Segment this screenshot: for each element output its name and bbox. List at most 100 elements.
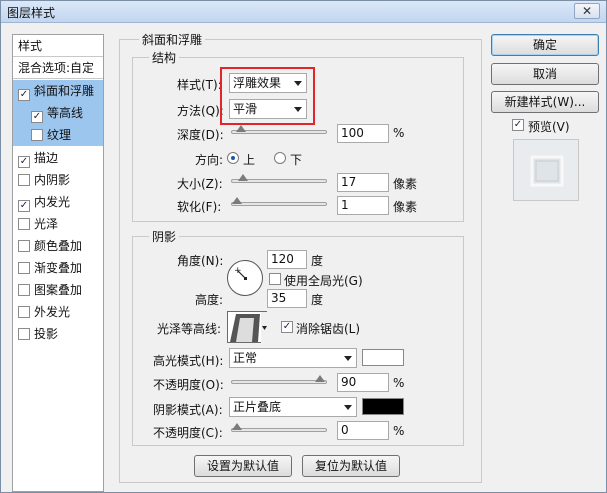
styles-item-label: 描边 bbox=[34, 151, 59, 165]
angle-dial[interactable]: + bbox=[227, 260, 263, 296]
depth-label: 深度(D): bbox=[177, 128, 224, 142]
new-style-button[interactable]: 新建样式(W)... bbox=[491, 91, 599, 113]
shadow-mode-label: 阴影模式(A): bbox=[153, 403, 223, 417]
global-light-label: 使用全局光(G) bbox=[284, 274, 363, 288]
styles-item-label: 等高线 bbox=[47, 106, 84, 120]
checkbox-satin[interactable] bbox=[18, 218, 30, 230]
styles-item-drop-shadow[interactable]: 投影 bbox=[13, 323, 103, 345]
set-default-button[interactable]: 设置为默认值 bbox=[194, 455, 292, 477]
svg-text:+: + bbox=[234, 266, 242, 276]
size-unit: 像素 bbox=[393, 177, 418, 191]
styles-item-label: 渐变叠加 bbox=[34, 261, 83, 275]
chevron-down-icon bbox=[344, 356, 352, 361]
direction-up-label: 上 bbox=[243, 153, 256, 167]
checkbox-contour[interactable]: ✓ bbox=[31, 111, 43, 123]
style-label: 样式(T): bbox=[177, 78, 222, 92]
direction-up-radio[interactable] bbox=[227, 152, 239, 164]
global-light-checkbox[interactable] bbox=[269, 273, 281, 285]
shading-title: 阴影 bbox=[149, 228, 180, 245]
checkbox-inner-shadow[interactable] bbox=[18, 174, 30, 186]
size-label: 大小(Z): bbox=[177, 177, 223, 191]
styles-item-texture[interactable]: 纹理 bbox=[13, 124, 103, 146]
depth-slider[interactable] bbox=[231, 125, 327, 134]
styles-item-inner-glow[interactable]: ✓ 内发光 bbox=[13, 191, 103, 213]
highlight-opacity-unit: % bbox=[393, 376, 405, 390]
reset-default-button[interactable]: 复位为默认值 bbox=[302, 455, 400, 477]
cancel-button[interactable]: 取消 bbox=[491, 63, 599, 85]
styles-item-contour[interactable]: ✓ 等高线 bbox=[13, 102, 103, 124]
styles-item-stroke[interactable]: ✓ 描边 bbox=[13, 147, 103, 169]
slider-thumb[interactable] bbox=[236, 125, 246, 135]
styles-item-color-overlay[interactable]: 颜色叠加 bbox=[13, 235, 103, 257]
styles-item-label: 光泽 bbox=[34, 217, 59, 231]
shadow-opacity-unit: % bbox=[393, 424, 405, 438]
highlight-opacity-label: 不透明度(O): bbox=[153, 378, 224, 392]
styles-item-label: 内阴影 bbox=[34, 173, 71, 187]
shadow-mode-select[interactable]: 正片叠底 bbox=[229, 397, 357, 417]
direction-label: 方向: bbox=[195, 153, 224, 167]
slider-thumb[interactable] bbox=[238, 174, 248, 184]
styles-item-label: 外发光 bbox=[34, 305, 71, 319]
direction-down-label: 下 bbox=[290, 153, 303, 167]
blending-options-item[interactable]: 混合选项:自定 bbox=[13, 57, 103, 79]
antialias-label: 消除锯齿(L) bbox=[296, 322, 361, 336]
highlight-opacity-slider[interactable] bbox=[231, 375, 327, 384]
checkbox-bevel-emboss[interactable]: ✓ bbox=[18, 89, 30, 101]
styles-list-header[interactable]: 样式 bbox=[13, 35, 103, 57]
soften-input[interactable]: 1 bbox=[337, 196, 389, 215]
highlight-box bbox=[220, 67, 315, 125]
preview-label: 预览(V) bbox=[528, 120, 570, 134]
checkbox-drop-shadow[interactable] bbox=[18, 328, 30, 340]
slider-thumb[interactable] bbox=[232, 423, 242, 433]
angle-input[interactable]: 120 bbox=[267, 250, 307, 269]
styles-item-label: 颜色叠加 bbox=[34, 239, 83, 253]
styles-item-outer-glow[interactable]: 外发光 bbox=[13, 301, 103, 323]
altitude-input[interactable]: 35 bbox=[267, 289, 307, 308]
styles-item-inner-shadow[interactable]: 内阴影 bbox=[13, 169, 103, 191]
depth-unit: % bbox=[393, 126, 405, 140]
checkbox-color-overlay[interactable] bbox=[18, 240, 30, 252]
antialias-checkbox[interactable]: ✓ bbox=[281, 321, 293, 333]
soften-slider[interactable] bbox=[231, 197, 327, 206]
close-icon[interactable]: ✕ bbox=[574, 3, 600, 19]
ok-button[interactable]: 确定 bbox=[491, 34, 599, 56]
shadow-opacity-slider[interactable] bbox=[231, 423, 327, 432]
contour-curve-icon bbox=[230, 312, 268, 344]
highlight-mode-value: 正常 bbox=[233, 351, 258, 365]
layer-style-dialog: 图层样式 ✕ 样式 混合选项:自定 ✓ 斜面和浮雕 ✓ 等高线 纹理 ✓ 描边 内阴影… bbox=[0, 0, 607, 493]
shadow-opacity-input[interactable]: 0 bbox=[337, 421, 389, 440]
styles-item-label: 内发光 bbox=[34, 195, 71, 209]
checkbox-inner-glow[interactable]: ✓ bbox=[18, 200, 30, 212]
chevron-down-icon bbox=[344, 405, 352, 410]
direction-down-radio[interactable] bbox=[274, 152, 286, 164]
structure-title: 结构 bbox=[149, 49, 180, 66]
slider-thumb[interactable] bbox=[315, 375, 325, 385]
highlight-mode-select[interactable]: 正常 bbox=[229, 348, 357, 368]
styles-item-bevel-emboss[interactable]: ✓ 斜面和浮雕 bbox=[13, 80, 103, 102]
soften-label: 软化(F): bbox=[177, 200, 222, 214]
bevel-emboss-title: 斜面和浮雕 bbox=[139, 31, 206, 48]
highlight-opacity-input[interactable]: 90 bbox=[337, 373, 389, 392]
styles-item-pattern-overlay[interactable]: 图案叠加 bbox=[13, 279, 103, 301]
gloss-contour-picker[interactable] bbox=[227, 311, 268, 344]
method-label: 方法(Q): bbox=[177, 104, 224, 118]
highlight-mode-label: 高光模式(H): bbox=[153, 354, 224, 368]
preview-checkbox[interactable]: ✓ bbox=[512, 119, 524, 131]
checkbox-pattern-overlay[interactable] bbox=[18, 284, 30, 296]
styles-item-satin[interactable]: 光泽 bbox=[13, 213, 103, 235]
styles-item-gradient-overlay[interactable]: 渐变叠加 bbox=[13, 257, 103, 279]
checkbox-texture[interactable] bbox=[31, 129, 43, 141]
shadow-color-swatch[interactable] bbox=[362, 398, 404, 415]
angle-needle-icon: + bbox=[234, 266, 247, 280]
checkbox-outer-glow[interactable] bbox=[18, 306, 30, 318]
styles-item-label: 斜面和浮雕 bbox=[34, 84, 95, 98]
checkbox-gradient-overlay[interactable] bbox=[18, 262, 30, 274]
soften-unit: 像素 bbox=[393, 200, 418, 214]
slider-thumb[interactable] bbox=[232, 197, 242, 207]
size-slider[interactable] bbox=[231, 174, 327, 183]
depth-input[interactable]: 100 bbox=[337, 124, 389, 143]
size-input[interactable]: 17 bbox=[337, 173, 389, 192]
angle-label: 角度(N): bbox=[177, 254, 224, 268]
checkbox-stroke[interactable]: ✓ bbox=[18, 156, 30, 168]
highlight-color-swatch[interactable] bbox=[362, 349, 404, 366]
